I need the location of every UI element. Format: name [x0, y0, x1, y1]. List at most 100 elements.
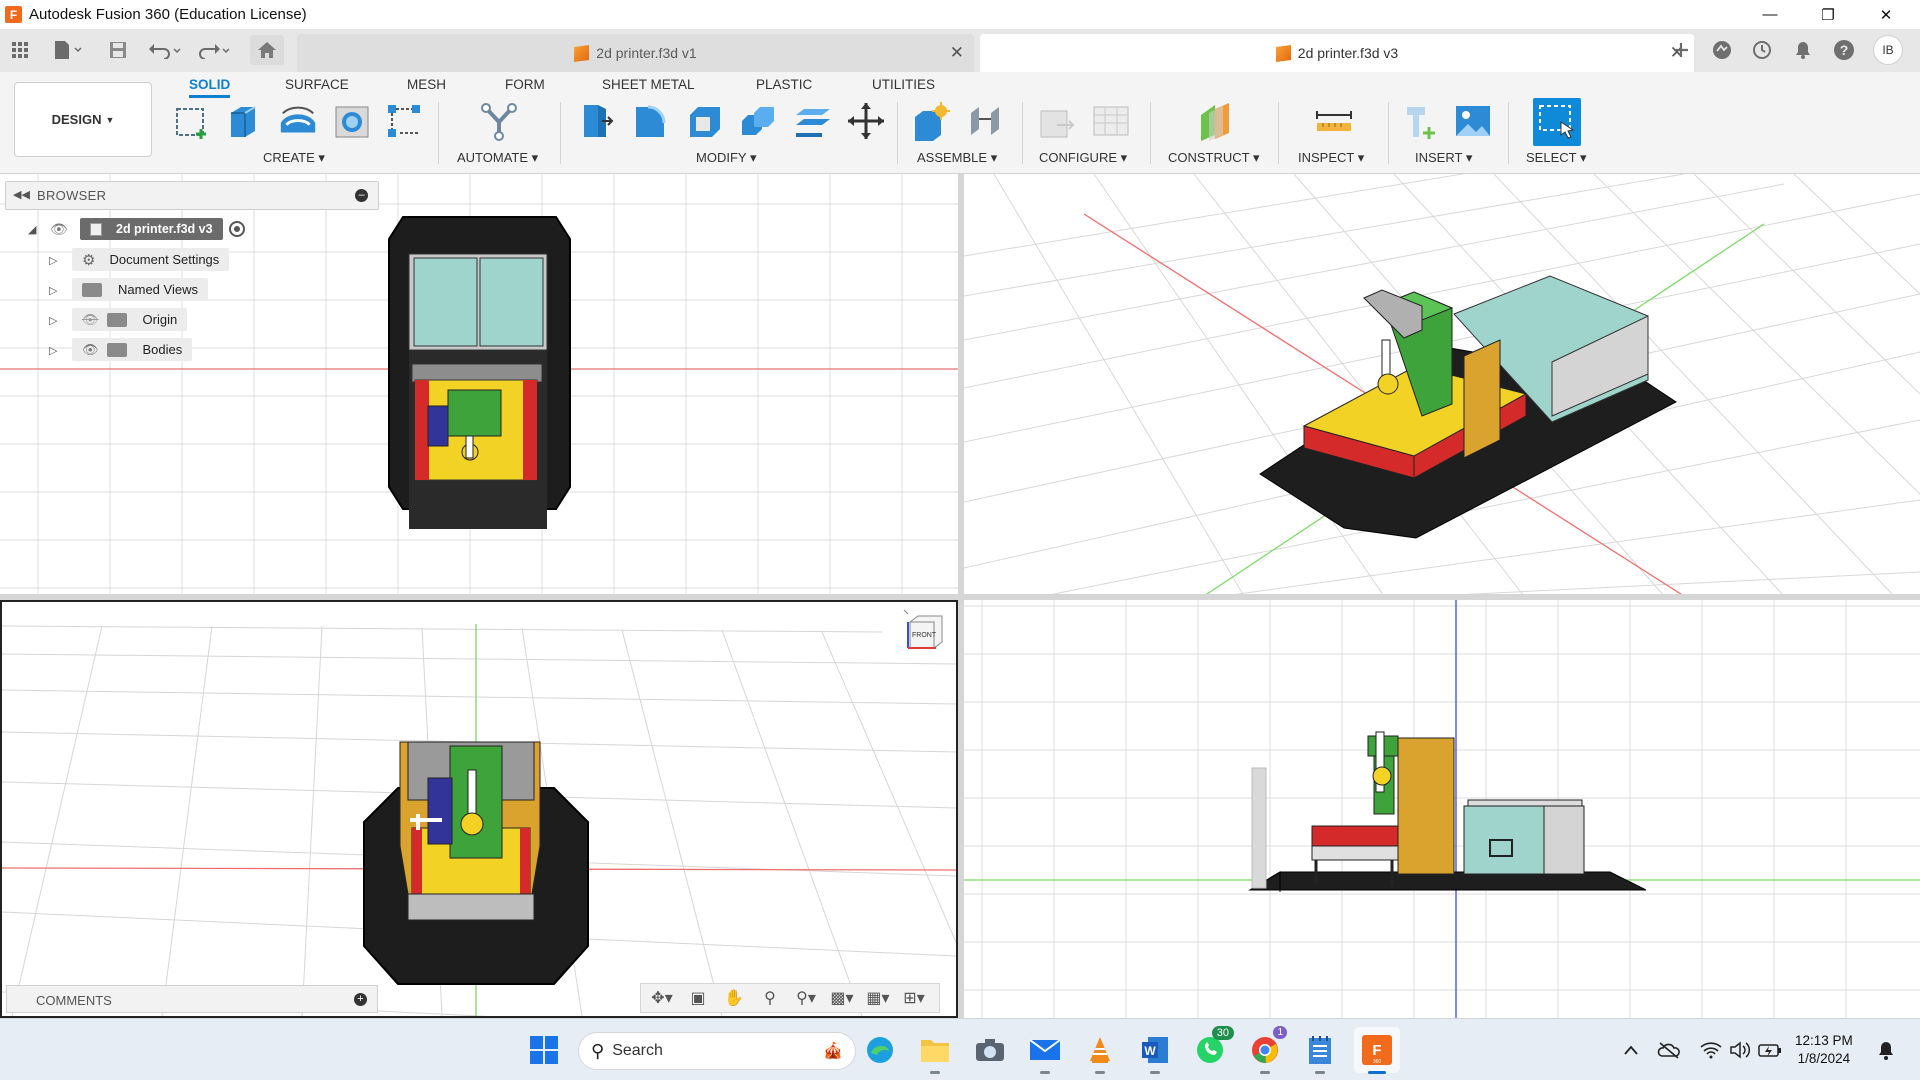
add-comment-icon[interactable]: + [354, 993, 367, 1006]
close-icon[interactable]: ✕ [1858, 0, 1914, 29]
tab-document-v3[interactable]: 2d printer.f3d v3 ✕ [980, 34, 1694, 72]
group-construct[interactable]: CONSTRUCT ▾ [1168, 150, 1260, 166]
notification-bell-icon[interactable] [1872, 1032, 1900, 1068]
start-icon[interactable] [526, 1032, 562, 1068]
save-icon[interactable] [106, 38, 130, 62]
offset-face-icon[interactable] [791, 100, 833, 142]
joint-icon[interactable] [964, 100, 1006, 142]
restore-icon[interactable]: ❐ [1800, 0, 1856, 29]
tab-utilities[interactable]: UTILITIES [872, 74, 935, 98]
viewport-front[interactable]: FRONT [0, 600, 958, 1018]
battery-icon[interactable] [1756, 1032, 1784, 1068]
expand-arrow-icon[interactable]: ▷ [49, 344, 57, 357]
minimize-icon[interactable]: — [1742, 0, 1798, 29]
insert-derive-icon[interactable] [1400, 100, 1442, 142]
hidden-eye-icon[interactable]: 👁 [82, 312, 99, 328]
close-tab-icon[interactable]: ✕ [950, 43, 964, 63]
orbit-icon[interactable]: ✥▾ [647, 986, 677, 1010]
system-clock[interactable]: 12:13 PM 1/8/2024 [1795, 1032, 1853, 1068]
combine-icon[interactable] [737, 100, 779, 142]
tab-mesh[interactable]: MESH [407, 74, 446, 98]
taskbar-search[interactable]: ⚲ Search 🎪 [578, 1032, 856, 1070]
create-sketch-icon[interactable] [170, 100, 212, 142]
home-icon[interactable] [250, 35, 284, 65]
tab-form[interactable]: FORM [505, 74, 545, 98]
undo-icon[interactable] [147, 38, 183, 62]
job-status-icon[interactable] [1749, 38, 1775, 62]
redo-icon[interactable] [196, 38, 232, 62]
tree-item-document-settings[interactable]: ⚙ Document Settings [72, 248, 230, 271]
activate-radio-icon[interactable] [228, 221, 245, 237]
grid-settings-icon[interactable]: ▦▾ [863, 986, 893, 1010]
group-inspect[interactable]: INSPECT ▾ [1298, 150, 1364, 166]
viewport-perspective[interactable] [964, 174, 1920, 596]
minimize-panel-icon[interactable]: – [355, 189, 368, 202]
extrude-icon[interactable] [222, 100, 264, 142]
onedrive-offline-icon[interactable] [1654, 1032, 1684, 1068]
insert-canvas-icon[interactable] [1452, 100, 1494, 142]
shell-icon[interactable] [683, 100, 725, 142]
collapse-panel-icon[interactable]: ◀◀ [13, 188, 30, 201]
collapse-arrow-icon[interactable]: ◢ [28, 223, 36, 236]
wifi-icon[interactable] [1697, 1032, 1725, 1068]
tab-document-v1[interactable]: 2d printer.f3d v1 ✕ [297, 34, 974, 72]
expand-arrow-icon[interactable]: ▷ [49, 284, 57, 297]
revolve-icon[interactable] [277, 100, 319, 142]
fillet-icon[interactable] [629, 100, 671, 142]
group-configure[interactable]: CONFIGURE ▾ [1039, 150, 1127, 166]
apps-grid-icon[interactable] [8, 38, 32, 62]
offset-plane-icon[interactable] [1196, 100, 1238, 142]
viewport-right[interactable] [964, 600, 1920, 1018]
word-icon[interactable]: W [1137, 1032, 1173, 1074]
mail-icon[interactable] [1027, 1032, 1063, 1074]
group-create[interactable]: CREATE ▾ [263, 150, 325, 166]
tree-item-origin[interactable]: 👁 Origin [72, 308, 188, 331]
extensions-icon[interactable] [1709, 38, 1735, 62]
pattern-icon[interactable] [383, 100, 425, 142]
workspace-switcher-button[interactable]: DESIGN ▼ [14, 82, 152, 157]
whatsapp-icon[interactable]: 30 [1192, 1026, 1234, 1068]
configure-icon[interactable] [1036, 100, 1078, 142]
viewports-icon[interactable]: ⊞▾ [899, 986, 929, 1010]
look-at-icon[interactable]: ▣ [683, 986, 713, 1010]
press-pull-icon[interactable] [575, 100, 617, 142]
new-component-icon[interactable] [910, 100, 952, 142]
select-icon[interactable] [1533, 98, 1581, 146]
new-tab-icon[interactable] [1668, 38, 1694, 62]
group-assemble[interactable]: ASSEMBLE ▾ [917, 150, 997, 166]
display-settings-icon[interactable]: ▩▾ [827, 986, 857, 1010]
notifications-icon[interactable] [1790, 38, 1816, 62]
move-icon[interactable] [845, 100, 887, 142]
visibility-eye-icon[interactable]: 👁 [82, 342, 99, 358]
group-select[interactable]: SELECT ▾ [1526, 150, 1586, 166]
edge-icon[interactable] [862, 1032, 898, 1068]
visibility-eye-icon[interactable]: 👁 [50, 221, 80, 238]
automate-icon[interactable] [478, 100, 520, 142]
configuration-table-icon[interactable] [1090, 100, 1132, 142]
pan-hand-icon[interactable]: ✋ [719, 986, 749, 1010]
vlc-icon[interactable] [1082, 1032, 1118, 1074]
user-avatar[interactable]: IB [1873, 35, 1903, 65]
help-icon[interactable]: ? [1831, 38, 1857, 62]
zoom-icon[interactable]: ⚲ [755, 986, 785, 1010]
volume-icon[interactable] [1726, 1032, 1754, 1068]
group-modify[interactable]: MODIFY ▾ [696, 150, 756, 166]
fit-icon[interactable]: ⚲▾ [791, 986, 821, 1010]
hole-icon[interactable] [331, 100, 373, 142]
tab-sheet-metal[interactable]: SHEET METAL [602, 74, 695, 98]
tray-overflow-icon[interactable] [1617, 1032, 1645, 1068]
expand-arrow-icon[interactable]: ▷ [49, 254, 57, 267]
measure-icon[interactable] [1313, 100, 1355, 142]
viewport-splitter-horizontal[interactable] [0, 594, 1920, 600]
file-menu-icon[interactable] [50, 38, 86, 62]
file-explorer-icon[interactable] [917, 1032, 953, 1074]
notepad-icon[interactable] [1302, 1032, 1338, 1074]
viewcube[interactable]: FRONT [902, 608, 952, 658]
chrome-icon[interactable]: 1 [1247, 1026, 1287, 1074]
browser-root-item[interactable]: 👁 2d printer.f3d v3 [50, 218, 245, 240]
tab-solid[interactable]: SOLID [189, 74, 231, 98]
group-insert[interactable]: INSERT ▾ [1415, 150, 1472, 166]
expand-arrow-icon[interactable]: ▷ [49, 314, 57, 327]
camera-icon[interactable] [972, 1032, 1008, 1068]
tab-surface[interactable]: SURFACE [285, 74, 349, 98]
